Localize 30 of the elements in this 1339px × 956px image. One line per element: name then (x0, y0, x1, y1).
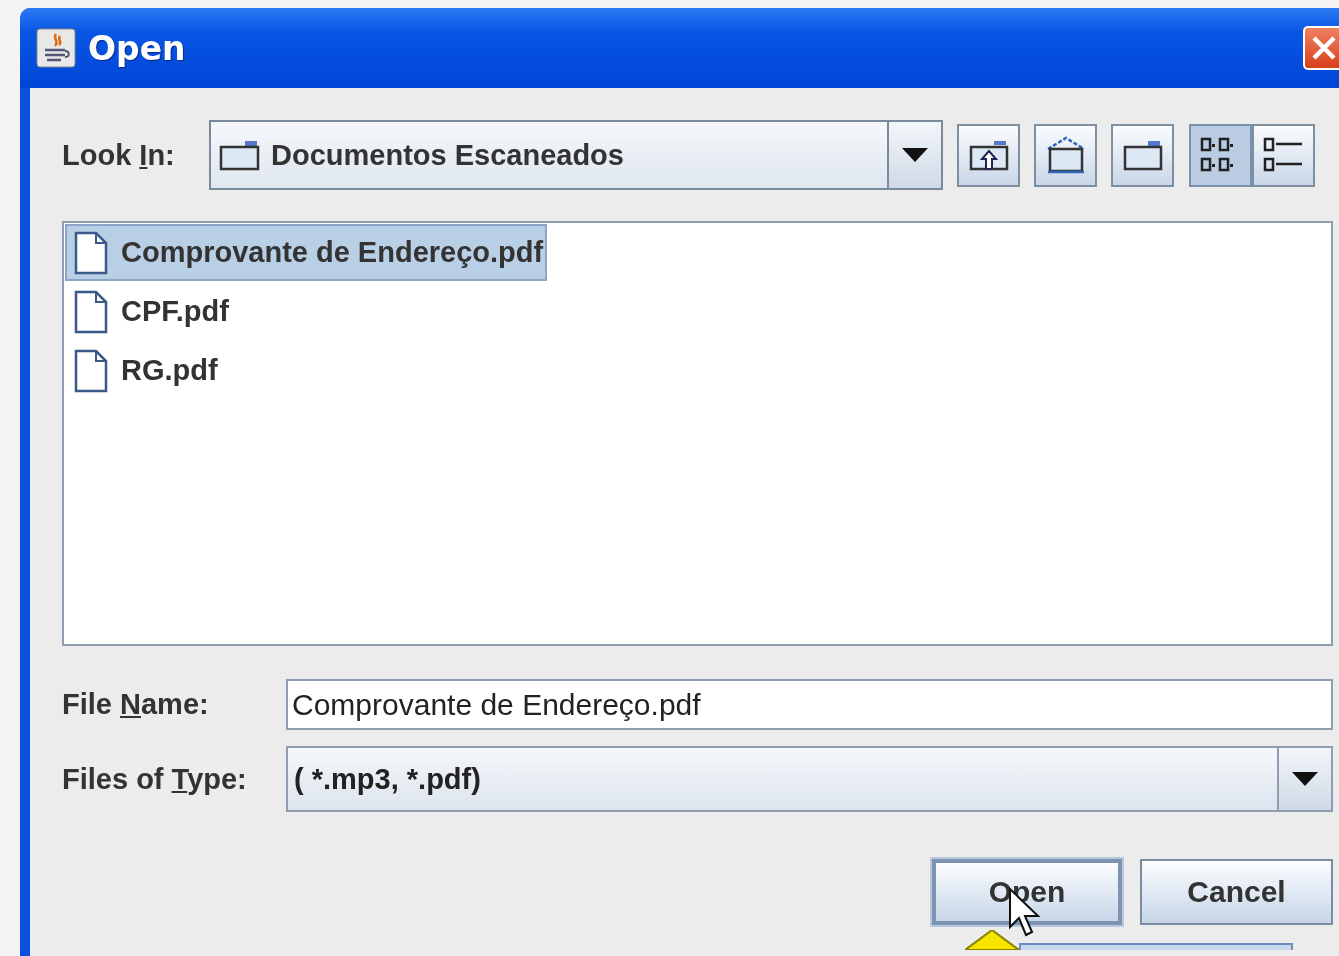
list-view-toggle[interactable] (1189, 123, 1252, 187)
file-type-label: Files of Type: (62, 762, 248, 796)
file-item[interactable]: RG.pdf (65, 342, 222, 399)
file-name: CPF.pdf (121, 295, 229, 328)
details-view-toggle[interactable] (1252, 123, 1315, 187)
window-title: Open (88, 28, 187, 68)
file-type-dropdown[interactable]: ( *.mp3, *.pdf) (286, 746, 1333, 812)
file-icon (73, 230, 109, 275)
look-in-dropdown[interactable]: Documentos Escaneados (209, 120, 943, 190)
file-name: Comprovante de Endereço.pdf (121, 236, 544, 269)
file-name-label: File Name: (62, 688, 210, 721)
dialog-button[interactable]: Cancel (1140, 859, 1333, 925)
home-button[interactable] (1034, 123, 1097, 187)
up-folder-button[interactable] (957, 123, 1020, 187)
close-icon (1311, 35, 1337, 61)
java-cup-icon (36, 28, 76, 68)
file-item[interactable]: Comprovante de Endereço.pdf (65, 224, 548, 281)
file-icon (73, 289, 109, 334)
file-name: RG.pdf (121, 354, 218, 387)
new-folder-button[interactable] (1111, 123, 1174, 187)
dropdown-arrow-icon (1292, 772, 1318, 786)
file-item[interactable]: CPF.pdf (65, 283, 233, 340)
file-name-field[interactable]: Comprovante de Endereço.pdf (286, 679, 1333, 730)
folder-icon (1121, 138, 1164, 172)
details-view-icon (1262, 136, 1305, 174)
look-in-label: Look In: (62, 138, 176, 172)
close-button[interactable] (1303, 26, 1339, 70)
file-icon (73, 348, 109, 393)
dropdown-arrow-icon (902, 148, 928, 162)
folder-icon (219, 139, 261, 171)
